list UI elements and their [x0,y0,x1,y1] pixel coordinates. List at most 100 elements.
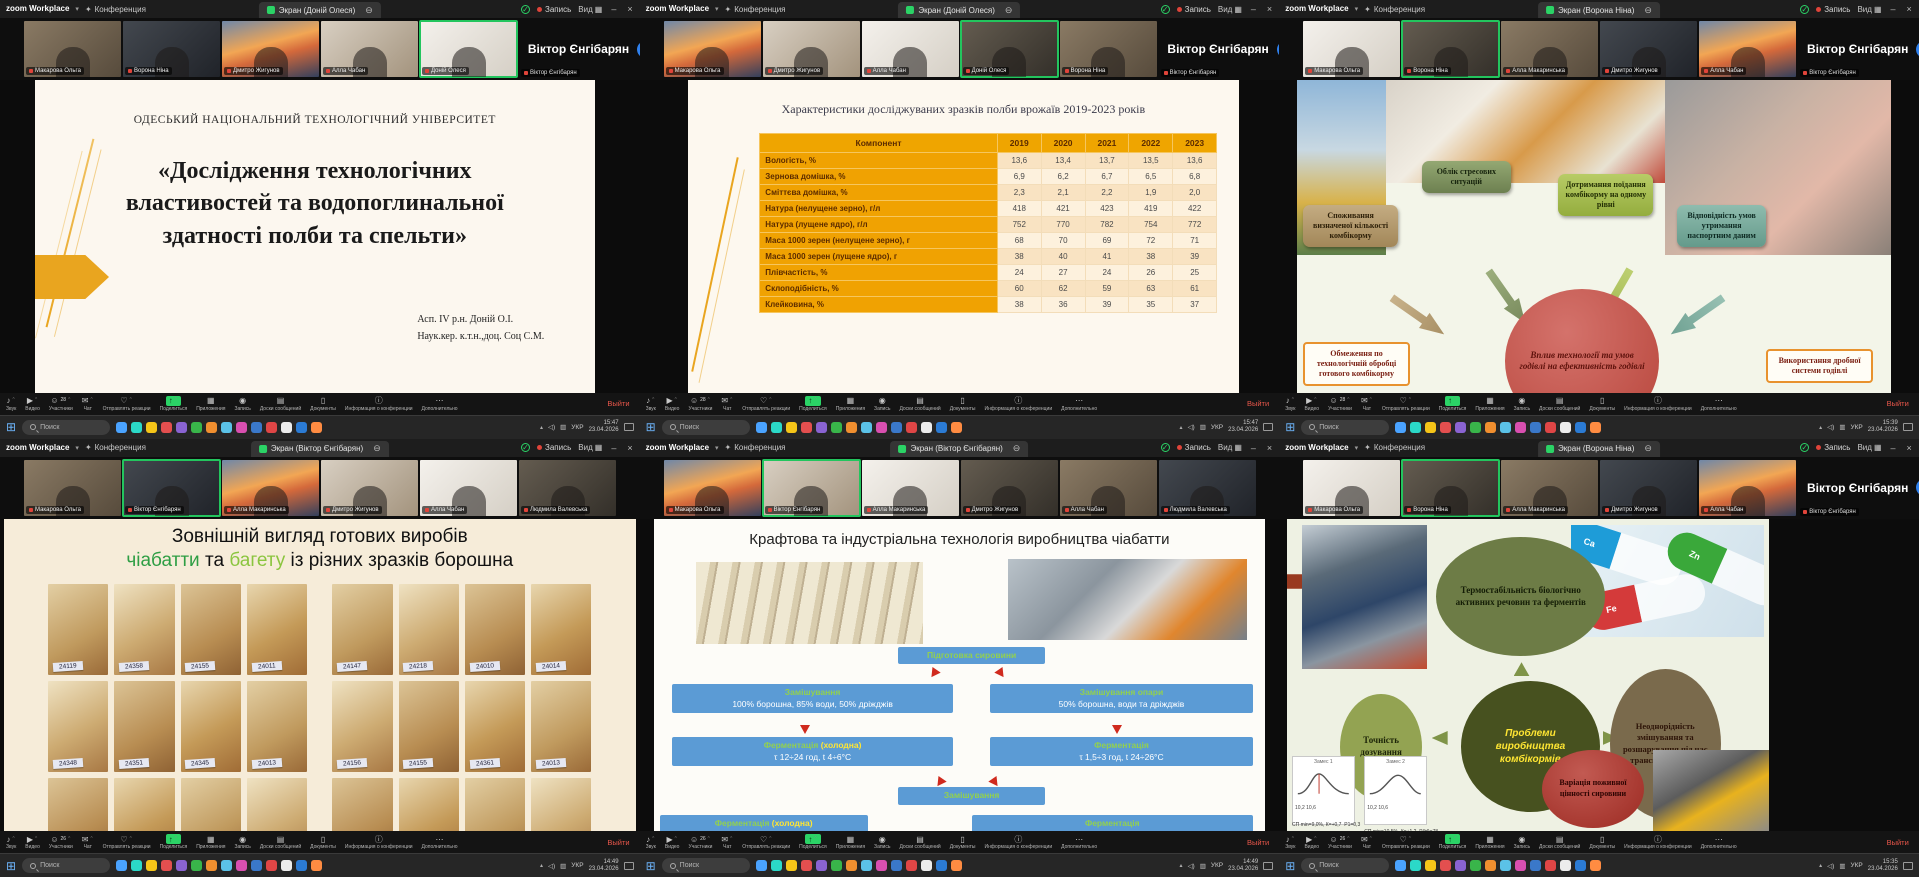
app-icon[interactable] [1470,860,1481,871]
toolbar-record[interactable]: ◉Запись [1514,396,1530,412]
toolbar-whiteboard[interactable]: ▤Доски сообщений [260,834,301,850]
toolbar-whiteboard[interactable]: ▤Доски сообщений [899,834,940,850]
language-indicator[interactable]: УКР [571,424,583,431]
toolbar-mic[interactable]: ♪⌃Звук [6,396,16,412]
participant-video[interactable]: Алла Макаринська [222,460,319,516]
screen-share-tab[interactable]: Экран (Віктор Єнгібарян) ⊖ [890,441,1028,457]
app-icon[interactable] [206,422,217,433]
participant-video[interactable]: Дмитро Жигунов [763,21,860,77]
taskbar-clock[interactable]: 15:4723.04.2026 [589,420,619,434]
tray-chevron-icon[interactable]: ▴ [1819,862,1822,869]
app-icon[interactable] [281,422,292,433]
taskbar-search[interactable]: Поиск [1301,420,1389,435]
participant-video[interactable]: Макарова Ольга [1303,460,1400,516]
participant-video[interactable]: Алла Чабан [1699,460,1796,516]
chevron-up-icon[interactable]: ⌃ [174,396,178,405]
app-icon[interactable] [1470,422,1481,433]
app-icon[interactable] [191,422,202,433]
participant-video[interactable]: Алла Макаринська [862,460,959,516]
app-icon[interactable] [861,860,872,871]
network-icon[interactable]: ▥ [1839,423,1845,431]
toolbar-chat[interactable]: ✉⌃Чат [721,396,733,412]
close-button[interactable]: × [1265,443,1274,453]
system-tray[interactable]: ▴ ◁) ▥ УКР 14:4923.04.2026 [540,859,634,873]
meeting-menu[interactable]: ✦Конференция [725,443,786,452]
chevron-up-icon[interactable]: ⌃ [651,396,655,405]
toolbar-documents[interactable]: ▯Документы [310,834,336,850]
toolbar-participants[interactable]: ☺28⌃Участники [49,396,73,412]
app-icon[interactable] [861,422,872,433]
toolbar-apps[interactable]: ▦Приложения [196,396,225,412]
close-button[interactable]: × [1905,443,1914,453]
app-icon[interactable] [921,860,932,871]
app-icon[interactable] [281,860,292,871]
collapse-tab-icon[interactable]: ⊖ [365,5,373,16]
security-shield-icon[interactable]: ✓ [521,5,530,14]
chevron-up-icon[interactable]: ⌃ [34,396,38,405]
collapse-tab-icon[interactable]: ⊖ [1644,5,1652,16]
leave-meeting-button[interactable]: Выйти [1247,838,1273,847]
leave-meeting-button[interactable]: Выйти [1887,399,1913,408]
language-indicator[interactable]: УКР [1850,424,1862,431]
meeting-menu[interactable]: ✦Конференция [1364,5,1425,14]
toolbar-apps[interactable]: ▦Приложения [1475,834,1504,850]
toolbar-info[interactable]: ⓘИнформация о конференции [345,396,413,412]
security-shield-icon[interactable]: ✓ [1800,5,1809,14]
start-button[interactable]: ⊞ [646,859,656,873]
chevron-up-icon[interactable]: ⌃ [1313,396,1317,405]
app-icon[interactable] [1590,860,1601,871]
meeting-menu[interactable]: ✦Конференция [85,443,146,452]
chevron-up-icon[interactable]: ⌃ [729,835,733,844]
app-icon[interactable] [1575,860,1586,871]
tray-chevron-icon[interactable]: ▴ [540,862,543,869]
toolbar-camera[interactable]: ▶⌃Видео [1304,396,1319,412]
chevron-up-icon[interactable]: ⌃ [1408,396,1412,405]
close-button[interactable]: × [625,4,634,14]
notification-icon[interactable] [624,423,634,431]
taskbar-clock[interactable]: 14:4923.04.2026 [589,859,619,873]
toolbar-chat[interactable]: ✉⌃Чат [82,834,94,850]
chevron-up-icon[interactable]: ⌃ [174,835,178,844]
chevron-up-icon[interactable]: ⌃ [1408,835,1412,844]
app-icon[interactable] [876,422,887,433]
chevron-up-icon[interactable]: ⌃ [34,835,38,844]
toolbar-documents[interactable]: ▯Документы [1589,396,1615,412]
app-icon[interactable] [846,860,857,871]
minimize-button[interactable]: – [609,443,618,453]
participant-video[interactable]: Ворона Ніна [1402,21,1499,77]
notification-icon[interactable] [1903,423,1913,431]
app-icon[interactable] [756,422,767,433]
participant-video[interactable]: Дмитро Жигунов [321,460,418,516]
toolbar-reactions[interactable]: ♡⌃Отправлять реакции [1382,396,1430,412]
app-icon[interactable] [936,422,947,433]
system-tray[interactable]: ▴ ◁) ▥ УКР 15:4723.04.2026 [540,420,634,434]
tray-chevron-icon[interactable]: ▴ [1180,424,1183,431]
app-icon[interactable] [296,422,307,433]
network-icon[interactable]: ▥ [1200,862,1206,870]
participant-video[interactable]: Макарова Ольга [664,460,761,516]
taskbar-search[interactable]: Поиск [22,420,110,435]
app-icon[interactable] [1590,422,1601,433]
system-tray[interactable]: ▴ ◁) ▥ УКР 15:3523.04.2026 [1819,859,1913,873]
screen-share-tab[interactable]: Экран (Ворона Ніна) ⊖ [1538,441,1660,457]
toolbar-mic[interactable]: ♪⌃Звук [646,834,656,850]
toolbar-camera[interactable]: ▶⌃Видео [665,396,680,412]
start-button[interactable]: ⊞ [6,420,16,434]
toolbar-share-screen[interactable]: ↑⌃Поделиться [799,396,827,412]
toolbar-whiteboard[interactable]: ▤Доски сообщений [1539,396,1580,412]
collapse-tab-icon[interactable]: ⊖ [1644,443,1652,454]
chevron-up-icon[interactable]: ⌃ [768,396,772,405]
chevron-up-icon[interactable]: ⌃ [129,396,133,405]
toolbar-apps[interactable]: ▦Приложения [836,396,865,412]
toolbar-participants[interactable]: ☺26⌃Участники [1328,834,1352,850]
app-icon[interactable] [936,860,947,871]
minimize-button[interactable]: – [609,4,618,14]
chevron-up-icon[interactable]: ⌃ [1346,835,1350,844]
chevron-up-icon[interactable]: ⌃ [813,835,817,844]
system-tray[interactable]: ▴ ◁) ▥ УКР 14:4923.04.2026 [1180,859,1274,873]
view-button[interactable]: Вид▦ [578,443,602,452]
leave-meeting-button[interactable]: Выйти [607,838,633,847]
toolbar-more[interactable]: ⋯Дополнительно [422,396,458,412]
toolbar-documents[interactable]: ▯Документы [950,834,976,850]
app-icon[interactable] [771,422,782,433]
